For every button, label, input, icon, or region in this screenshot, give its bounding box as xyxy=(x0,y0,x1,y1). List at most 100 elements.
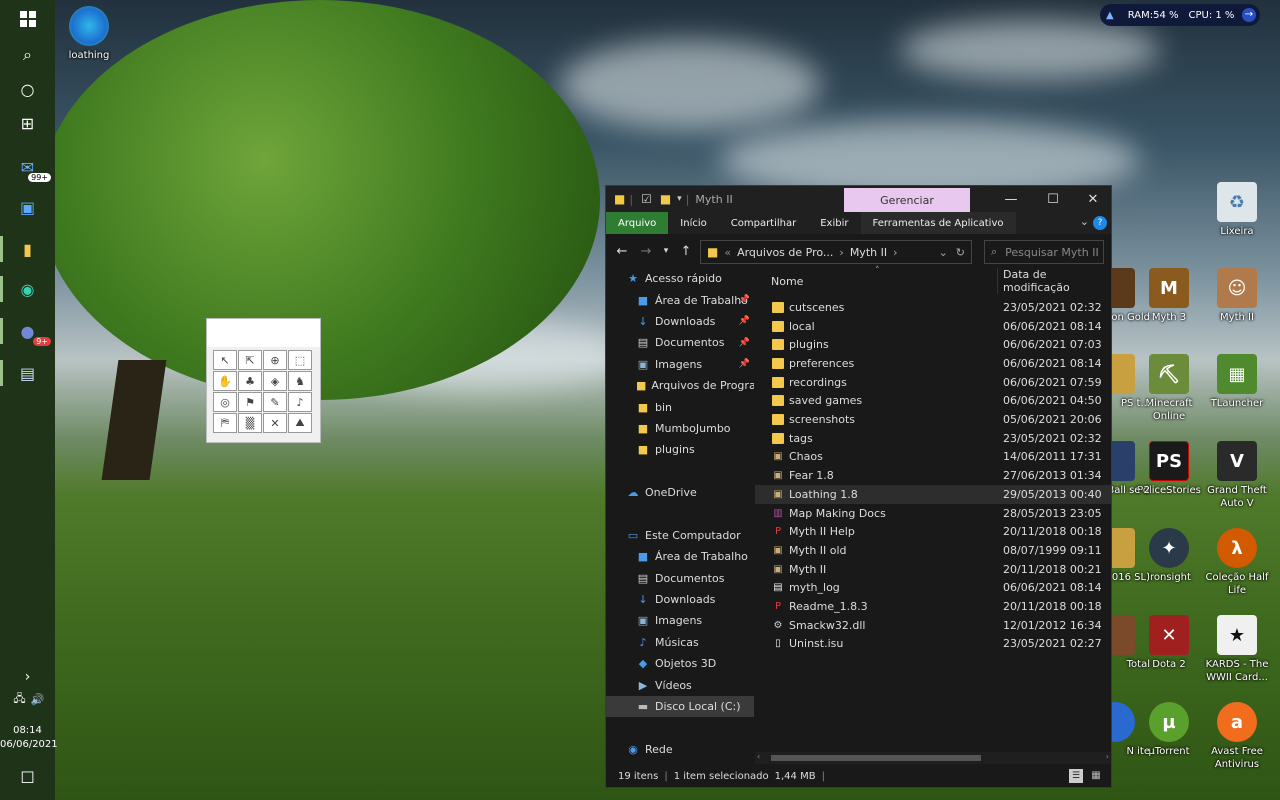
select-tool-icon[interactable]: ⬚ xyxy=(288,350,312,370)
desktop-icon-avast[interactable]: a Avast Free Antivirus xyxy=(1202,702,1272,771)
edge-icon[interactable]: ◉ xyxy=(0,272,55,306)
tab-gerenciar[interactable]: Gerenciar xyxy=(844,188,970,212)
large-icons-view-icon[interactable]: ▦ xyxy=(1089,769,1103,783)
tree-tool-icon[interactable]: ♣ xyxy=(238,371,262,391)
notification-icon[interactable]: ☐ xyxy=(0,760,55,794)
expand-ribbon-icon[interactable]: ⌄ xyxy=(1080,215,1089,228)
file-row[interactable]: ▤ myth_log 06/06/2021 08:14 xyxy=(755,579,1111,598)
file-row[interactable]: plugins 06/06/2021 07:03 xyxy=(755,335,1111,354)
pin-icon[interactable]: 📌 xyxy=(739,338,750,348)
globe-tool-icon[interactable]: ⊕ xyxy=(263,350,287,370)
title-bar[interactable]: ■ | ☑ ■ ▾ | Myth II Gerenciar — ☐ ✕ xyxy=(606,186,1111,212)
column-header-date[interactable]: Data de modificação xyxy=(1003,268,1111,294)
file-row[interactable]: ▣ Myth II 20/11/2018 00:21 xyxy=(755,560,1111,579)
tab-ferramentas[interactable]: Ferramentas de Aplicativo xyxy=(860,212,1016,234)
maximize-button[interactable]: ☐ xyxy=(1032,186,1074,212)
file-explorer-icon[interactable]: ▮ xyxy=(0,232,55,266)
file-row[interactable]: tags 23/05/2021 02:32 xyxy=(755,429,1111,448)
details-view-icon[interactable]: ☰ xyxy=(1069,769,1083,783)
pin-icon[interactable]: 📌 xyxy=(739,359,750,369)
pin-icon[interactable]: 📌 xyxy=(739,295,750,305)
nav-item[interactable]: ▬ Disco Local (C:) xyxy=(606,695,754,718)
breadcrumb-part[interactable]: Myth II xyxy=(850,246,887,259)
desktop-icon-myth2[interactable]: ☺ Myth II xyxy=(1202,268,1272,324)
forward-button[interactable]: → xyxy=(636,244,656,259)
desktop-icon-loathing[interactable]: loathing xyxy=(54,6,124,62)
file-row[interactable]: saved games 06/06/2021 04:50 xyxy=(755,392,1111,411)
file-explorer-window[interactable]: ■ | ☑ ■ ▾ | Myth II Gerenciar — ☐ ✕ Arqu… xyxy=(605,185,1112,788)
nav-item[interactable]: ▣ Imagens 📌 xyxy=(606,354,754,375)
map-tool-icon[interactable]: ⛿ xyxy=(213,413,237,433)
properties-icon[interactable]: ☑ xyxy=(641,192,652,206)
file-row[interactable]: ▣ Chaos 14/06/2011 17:31 xyxy=(755,448,1111,467)
tool-palette-window[interactable]: ↖ ⇱ ⊕ ⬚ ✋ ♣ ◈ ♞ ◎ ⚑ ✎ ♪ ⛿ ▒ ✕ ⛰ xyxy=(206,318,321,443)
quick-access-dropdown-icon[interactable]: ▾ xyxy=(677,194,682,204)
file-row[interactable]: ▯ Uninst.isu 23/05/2021 02:27 xyxy=(755,635,1111,654)
close-button[interactable]: ✕ xyxy=(1072,186,1114,212)
file-row[interactable]: ▣ Fear 1.8 27/06/2013 01:34 xyxy=(755,466,1111,485)
file-row[interactable]: P Myth II Help 20/11/2018 00:18 xyxy=(755,522,1111,541)
search-icon[interactable]: ⌕ xyxy=(0,38,55,72)
cortana-icon[interactable]: ○ xyxy=(0,72,55,106)
desktop-icon-halflife[interactable]: λ Coleção Half Life xyxy=(1202,528,1272,597)
nav-item[interactable]: ◉ Rede xyxy=(606,739,754,760)
file-row[interactable]: screenshots 05/06/2021 20:06 xyxy=(755,410,1111,429)
task-view-icon[interactable]: ⊞ xyxy=(0,106,55,140)
file-row[interactable]: P Readme_1.8.3 20/11/2018 00:18 xyxy=(755,597,1111,616)
file-row[interactable]: ▥ Map Making Docs 28/05/2013 23:05 xyxy=(755,504,1111,523)
brush-tool-icon[interactable]: ✎ xyxy=(263,392,287,412)
breadcrumb-separator-icon[interactable]: › xyxy=(839,246,843,259)
file-row[interactable]: cutscenes 23/05/2021 02:32 xyxy=(755,298,1111,317)
new-folder-icon[interactable]: ■ xyxy=(660,192,671,206)
shield-tool-icon[interactable]: ◈ xyxy=(263,371,287,391)
desktop-icon-gta5[interactable]: V Grand Theft Auto V xyxy=(1202,441,1272,510)
clock[interactable]: 08:14 06/06/2021 xyxy=(0,724,58,752)
texture-tool-icon[interactable]: ▒ xyxy=(238,413,262,433)
tool-palette-header[interactable] xyxy=(207,319,320,347)
nav-item[interactable]: ■ bin xyxy=(606,396,754,417)
tab-compartilhar[interactable]: Compartilhar xyxy=(719,212,808,234)
nav-item[interactable]: ▶ Vídeos xyxy=(606,674,754,695)
app-window-icon[interactable]: ▤ xyxy=(0,356,55,390)
system-monitor-widget[interactable]: ▲ RAM:54 % CPU: 1 % → xyxy=(1100,4,1260,26)
nav-item[interactable]: ↓ Downloads 📌 xyxy=(606,311,754,332)
arrow-right-icon[interactable]: → xyxy=(1242,8,1256,22)
recent-dropdown-icon[interactable]: ▾ xyxy=(656,246,676,256)
nav-item[interactable]: ▣ Imagens xyxy=(606,610,754,631)
nav-item[interactable]: ■ Área de Trabalho 📌 xyxy=(606,289,754,310)
nav-item[interactable]: ▭ Este Computador xyxy=(606,525,754,546)
tab-arquivo[interactable]: Arquivo xyxy=(606,212,669,234)
cross-tool-icon[interactable]: ✕ xyxy=(263,413,287,433)
nav-item[interactable]: ▤ Documentos xyxy=(606,567,754,588)
file-row[interactable]: recordings 06/06/2021 07:59 xyxy=(755,373,1111,392)
help-icon[interactable]: ? xyxy=(1093,216,1107,230)
scroll-right-icon[interactable]: › xyxy=(1106,752,1109,761)
nav-item[interactable]: ■ plugins xyxy=(606,439,754,460)
flag-tool-icon[interactable]: ⚑ xyxy=(238,392,262,412)
mail-icon[interactable]: ✉ 99+ xyxy=(0,150,55,184)
unit-tool-icon[interactable]: ♞ xyxy=(288,371,312,391)
nav-item[interactable]: ■ Área de Trabalho xyxy=(606,546,754,567)
up-button[interactable]: ↑ xyxy=(676,244,696,259)
file-row[interactable]: ▣ Loathing 1.8 29/05/2013 00:40 xyxy=(755,485,1111,504)
target-tool-icon[interactable]: ◎ xyxy=(213,392,237,412)
nav-item[interactable]: ■ MumboJumbo xyxy=(606,418,754,439)
breadcrumb-separator-icon[interactable]: › xyxy=(893,246,897,259)
breadcrumb-part[interactable]: Arquivos de Pro... xyxy=(737,246,833,259)
desktop-icon-kards[interactable]: ★ KARDS - The WWII Card... xyxy=(1202,615,1272,684)
breadcrumb-overflow[interactable]: « xyxy=(724,246,731,259)
file-row[interactable]: local 06/06/2021 08:14 xyxy=(755,317,1111,336)
back-button[interactable]: ← xyxy=(612,244,632,259)
nav-item[interactable]: ☁ OneDrive xyxy=(606,482,754,503)
nav-item[interactable]: ★ Acesso rápido xyxy=(606,268,754,289)
tab-inicio[interactable]: Início xyxy=(668,212,718,234)
pin-icon[interactable]: 📌 xyxy=(739,316,750,326)
address-bar[interactable]: ■ « Arquivos de Pro... › Myth II › ⌄ ↻ xyxy=(700,240,972,264)
minimize-button[interactable]: — xyxy=(990,186,1032,212)
hand-tool-icon[interactable]: ✋ xyxy=(213,371,237,391)
horizontal-scrollbar[interactable]: ‹ › xyxy=(755,752,1111,764)
desktop-icon-tlauncher[interactable]: ▦ TLauncher xyxy=(1202,354,1272,410)
column-header-name[interactable]: Nome ˄ xyxy=(755,266,998,294)
desktop-icon-recycle-bin[interactable]: ♻ Lixeira xyxy=(1202,182,1272,238)
nav-item[interactable]: ■ Arquivos de Program xyxy=(606,375,754,396)
